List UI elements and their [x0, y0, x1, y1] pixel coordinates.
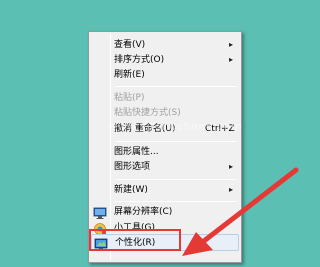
annotation-arrow-icon	[182, 167, 299, 256]
